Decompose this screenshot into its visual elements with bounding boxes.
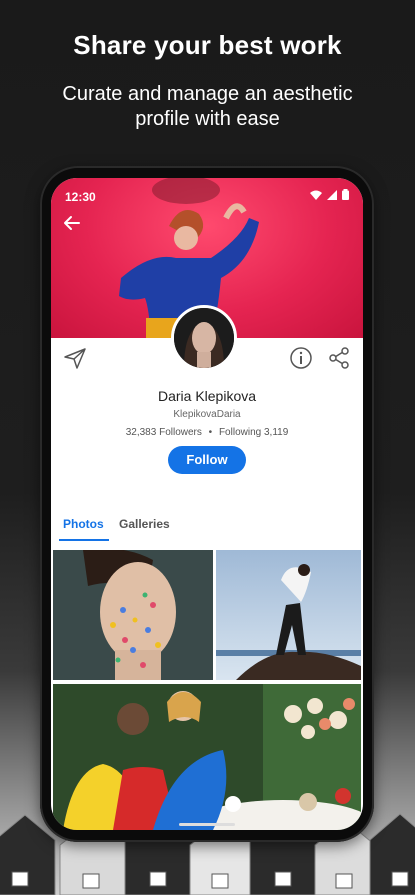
photo-grid <box>51 550 363 830</box>
followers-count[interactable]: 32,383 Followers <box>126 427 202 438</box>
status-time: 12:30 <box>65 190 96 204</box>
promo-title: Share your best work <box>73 30 342 60</box>
following-count[interactable]: Following 3,119 <box>219 427 288 438</box>
profile-name: Daria Klepikova <box>157 388 257 404</box>
promo-subtitle-line-1: Curate and manage an aesthetic <box>62 83 353 105</box>
share-icon[interactable] <box>327 346 351 370</box>
photo-thumbnail[interactable] <box>53 550 213 680</box>
home-indicator <box>179 823 235 826</box>
avatar[interactable] <box>171 305 237 371</box>
photo-man-on-rock <box>216 550 361 680</box>
photo-thumbnail[interactable] <box>216 550 361 680</box>
phone-frame: 12:30 Daria Klepikova KlepikovaDaria 32,… <box>40 166 374 842</box>
promo-subtitle-line-2: profile with ease <box>135 108 280 130</box>
app-screen: 12:30 Daria Klepikova KlepikovaDaria 32,… <box>51 178 363 830</box>
send-icon[interactable] <box>63 346 87 370</box>
stats-separator: • <box>208 427 213 438</box>
active-tab-indicator <box>59 539 109 541</box>
tab-galleries[interactable]: Galleries <box>119 517 170 531</box>
photo-face-stickers <box>53 550 213 680</box>
follow-button[interactable]: Follow <box>168 446 246 474</box>
profile-tabs: Photos Galleries <box>51 508 363 544</box>
photo-thumbnail[interactable] <box>53 684 361 830</box>
profile-handle: KlepikovaDaria <box>173 409 241 420</box>
info-icon[interactable] <box>289 346 313 370</box>
back-arrow-icon[interactable] <box>63 214 81 232</box>
avatar-image <box>174 308 234 368</box>
profile-stats: 32,383 Followers • Following 3,119 <box>51 427 363 438</box>
signal-icon <box>327 189 337 200</box>
wifi-icon <box>310 190 322 200</box>
photo-two-women-table <box>53 684 361 830</box>
status-bar: 12:30 <box>51 178 363 206</box>
battery-icon <box>342 189 349 200</box>
tab-photos[interactable]: Photos <box>63 517 104 531</box>
promo-subtitle: Curate and manage an aesthetic profile w… <box>0 82 415 132</box>
